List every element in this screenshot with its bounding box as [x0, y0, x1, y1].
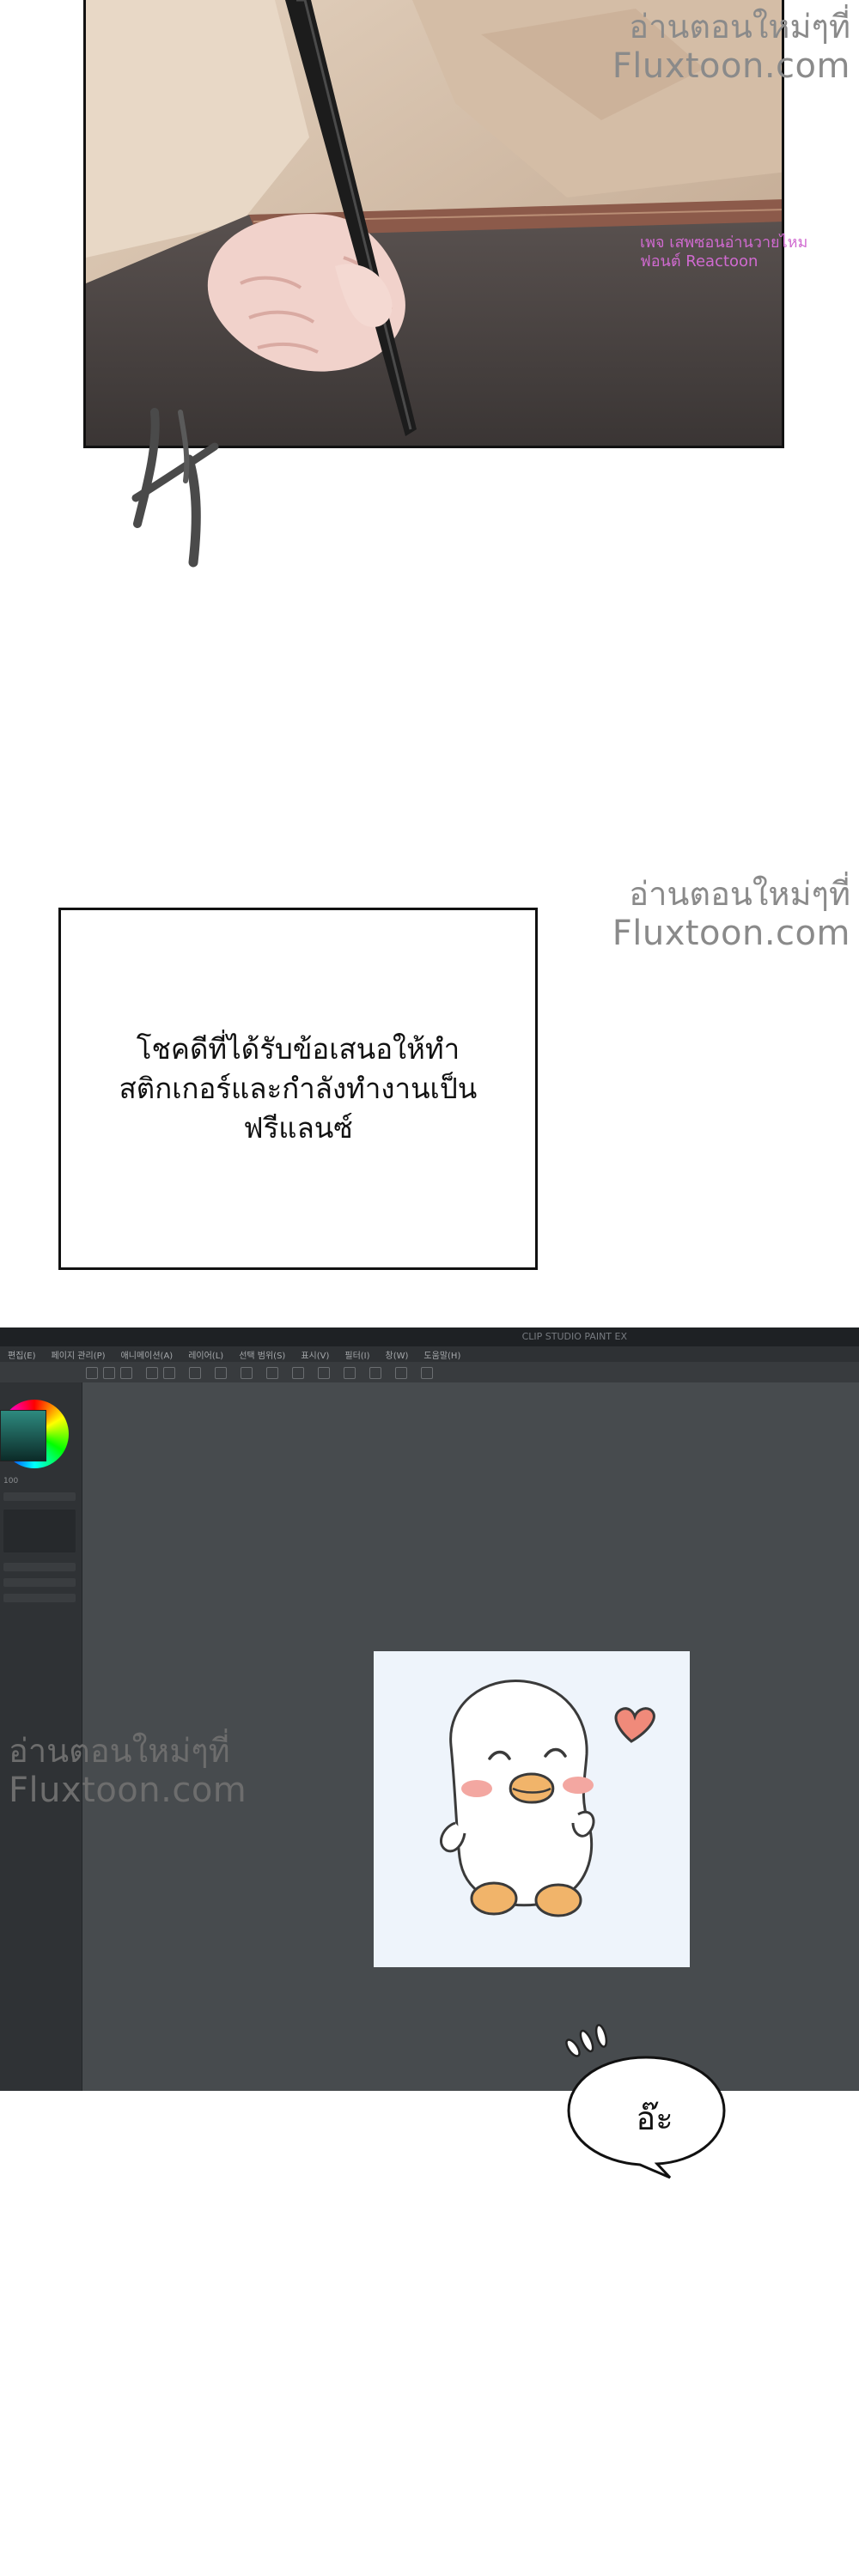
redo-icon[interactable]	[163, 1367, 175, 1379]
menu-item-filter[interactable]: 필터(I)	[337, 1346, 377, 1362]
menu-item-edit[interactable]: 편집(E)	[0, 1346, 44, 1362]
watermark-line-site: Fluxtoon.com	[612, 913, 850, 953]
brush-preview	[3, 1510, 76, 1552]
watermark-screen: อ่านตอนใหม่ๆที่ Fluxtoon.com	[9, 1732, 283, 1810]
watermark-line-thai: อ่านตอนใหม่ๆที่	[629, 875, 850, 913]
watermark-line-thai: อ่านตอนใหม่ๆที่	[9, 1732, 230, 1770]
app-title: CLIP STUDIO PAINT EX	[521, 1331, 627, 1342]
ruler-icon[interactable]	[292, 1367, 304, 1379]
watermark-line-site: Fluxtoon.com	[9, 1770, 247, 1810]
watermark-line-site: Fluxtoon.com	[612, 46, 850, 86]
credit-watermark: เพจ เสพซอนอ่านวายไหม ฟอนต์ Reactoon	[640, 234, 846, 270]
menu-item-animation[interactable]: 애니메이션(A)	[113, 1346, 181, 1362]
sfx-brush-stroke	[131, 408, 219, 568]
panel-slider[interactable]	[3, 1563, 76, 1571]
drawing-canvas[interactable]	[374, 1651, 690, 1967]
panel-slider[interactable]	[3, 1594, 76, 1602]
zoom-readout: 100	[3, 1477, 19, 1485]
new-file-icon[interactable]	[86, 1367, 98, 1379]
watermark-top: อ่านตอนใหม่ๆที่ Fluxtoon.com	[515, 8, 850, 86]
clear-icon[interactable]	[189, 1367, 201, 1379]
panel-slider[interactable]	[3, 1578, 76, 1587]
menu-item-window[interactable]: 창(W)	[378, 1346, 417, 1362]
open-file-icon[interactable]	[103, 1367, 115, 1379]
color-picker-square[interactable]	[0, 1410, 46, 1461]
grid-icon[interactable]	[318, 1367, 330, 1379]
menu-item-help[interactable]: 도움말(H)	[416, 1346, 468, 1362]
tool-icon[interactable]	[421, 1367, 433, 1379]
guide-icon[interactable]	[344, 1367, 356, 1379]
transform-icon[interactable]	[215, 1367, 227, 1379]
window-titlebar: CLIP STUDIO PAINT EX	[0, 1327, 859, 1346]
symmetry-icon[interactable]	[395, 1367, 407, 1379]
paint-software-screen: CLIP STUDIO PAINT EX 편집(E) 페이지 관리(P) 애니메…	[0, 1327, 859, 2091]
snap-icon[interactable]	[266, 1367, 278, 1379]
credit-line-font: ฟอนต์ Reactoon	[640, 252, 758, 270]
credit-line-page: เพจ เสพซอนอ่านวายไหม	[640, 234, 808, 252]
menu-item-page[interactable]: 페이지 관리(P)	[44, 1346, 113, 1362]
menu-item-layer[interactable]: 레이어(L)	[180, 1346, 231, 1362]
speech-bubble-text: อ๊ะ	[636, 2099, 673, 2137]
save-icon[interactable]	[120, 1367, 132, 1379]
select-icon[interactable]	[241, 1367, 253, 1379]
watermark-line-thai: อ่านตอนใหม่ๆที่	[629, 8, 850, 46]
menu-item-selection[interactable]: 선택 범위(S)	[231, 1346, 293, 1362]
narration-box: โชคดีที่ได้รับข้อเสนอให้ทำ สติกเกอร์และก…	[58, 908, 538, 1270]
panel-slider[interactable]	[3, 1492, 76, 1501]
duck-sticker-illustration	[440, 1679, 655, 1917]
menu-bar: 편집(E) 페이지 관리(P) 애니메이션(A) 레이어(L) 선택 범위(S)…	[0, 1346, 859, 1362]
perspective-icon[interactable]	[369, 1367, 381, 1379]
watermark-middle: อ่านตอนใหม่ๆที่ Fluxtoon.com	[515, 875, 850, 953]
narration-text: โชคดีที่ได้รับข้อเสนอให้ทำ สติกเกอร์และก…	[119, 1032, 478, 1145]
toolbar	[0, 1362, 859, 1383]
menu-item-view[interactable]: 표시(V)	[293, 1346, 337, 1362]
undo-icon[interactable]	[146, 1367, 158, 1379]
